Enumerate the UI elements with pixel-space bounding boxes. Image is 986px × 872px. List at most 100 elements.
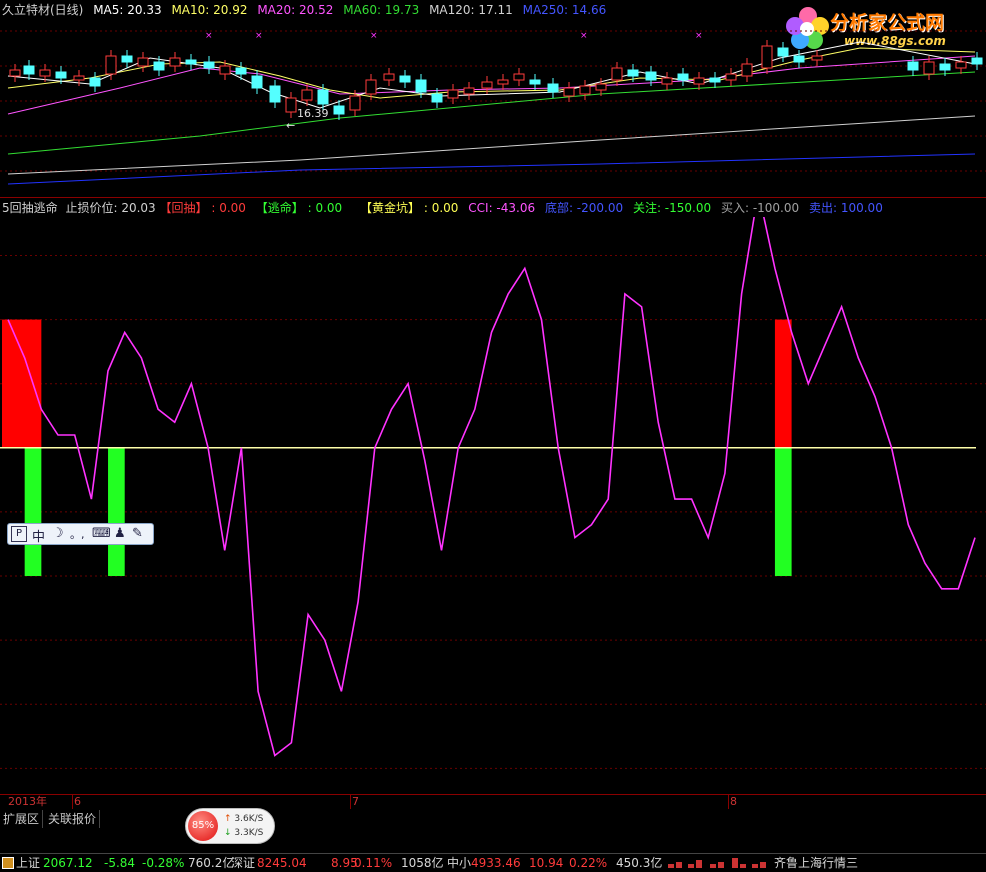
up-candle bbox=[73, 75, 85, 81]
low-arrow-icon: ← bbox=[286, 119, 296, 132]
ma60-label: MA60: 19.73 bbox=[343, 3, 420, 17]
up-candle bbox=[39, 69, 51, 77]
down-candle bbox=[153, 61, 165, 71]
huangjinkeng-value: : 0.00 bbox=[423, 201, 459, 215]
up-candle bbox=[497, 79, 509, 85]
ma10-label: MA10: 20.92 bbox=[171, 3, 248, 17]
ime-mode-toggle[interactable]: 中 bbox=[32, 526, 45, 545]
ma5-label: MA5: 20.33 bbox=[93, 3, 162, 17]
down-candle bbox=[317, 89, 329, 105]
sh-index-label[interactable]: 上证 bbox=[16, 854, 40, 872]
sz-index-pct: 0.11% bbox=[354, 856, 393, 870]
tab-related-quotes[interactable]: 关联报价 bbox=[45, 810, 101, 828]
signal-marker-icon: × bbox=[255, 31, 263, 41]
up-candle bbox=[513, 73, 525, 81]
time-axis-year: 2013年 bbox=[8, 795, 47, 808]
time-axis-month-6: 6 bbox=[74, 795, 81, 808]
cci-chart[interactable] bbox=[0, 217, 986, 794]
up-candle bbox=[741, 63, 753, 77]
signal-marker-icon: × bbox=[205, 31, 213, 41]
up-candle bbox=[811, 55, 823, 61]
up-candle bbox=[383, 73, 395, 81]
indicator-legend: 5回抽逃命 止损价位: 20.03 【回抽】 : 0.00 【逃命】 : 0.0… bbox=[2, 200, 889, 216]
down-candle bbox=[415, 79, 427, 93]
sz-index-value: 8245.04 bbox=[257, 856, 307, 870]
ma250-label: MA250: 14.66 bbox=[522, 3, 607, 17]
status-menu-icon[interactable] bbox=[2, 857, 14, 869]
down-candle bbox=[677, 73, 689, 81]
ma250-line bbox=[7, 153, 976, 185]
sh-index-pct: -0.28% bbox=[142, 856, 185, 870]
download-speed: ↓ 3.3K/S bbox=[224, 827, 263, 839]
taoming-value: : 0.00 bbox=[307, 201, 343, 215]
ime-logo-icon[interactable]: P bbox=[11, 526, 27, 542]
up-candle bbox=[9, 69, 21, 77]
feed-server-name[interactable]: 齐鲁上海行情三 bbox=[774, 854, 858, 872]
up-candle bbox=[463, 87, 475, 95]
down-candle bbox=[645, 71, 657, 81]
up-candle bbox=[349, 95, 361, 111]
up-candle bbox=[365, 79, 377, 95]
sz-index-amount: 1058亿 bbox=[401, 856, 444, 870]
up-candle bbox=[301, 89, 313, 101]
maichu-label: 卖出: 100.00 bbox=[808, 201, 883, 215]
sz-index-label[interactable]: 深证 bbox=[231, 854, 255, 872]
down-candle bbox=[203, 61, 215, 69]
time-axis-month-7: 7 bbox=[352, 795, 359, 808]
bottom-tabs: 扩展区 关联报价 bbox=[0, 810, 986, 828]
ime-keyboard-icon[interactable]: ⌨ bbox=[92, 526, 111, 541]
price-chart[interactable]: × × × × × bbox=[0, 18, 986, 196]
network-speed-widget[interactable]: 85% ↑ 3.6K/S ↓ 3.3K/S bbox=[185, 808, 275, 844]
dibu-label: 底部: -200.00 bbox=[544, 201, 624, 215]
up-candle bbox=[563, 87, 575, 97]
down-candle bbox=[777, 47, 789, 57]
up-candle bbox=[219, 65, 231, 75]
down-candle bbox=[547, 83, 559, 93]
tab-extension-area[interactable]: 扩展区 bbox=[0, 810, 44, 828]
zx-index-amount: 450.3亿 bbox=[616, 856, 663, 870]
ime-punctuation-toggle[interactable]: 。, bbox=[70, 526, 85, 542]
main-chart-legend: 久立特材(日线) MA5: 20.33 MA10: 20.92 MA20: 20… bbox=[2, 2, 612, 18]
mairu-label: 买入: -100.00 bbox=[720, 201, 800, 215]
speed-percent: 85% bbox=[188, 811, 218, 841]
signal-marker-icon: × bbox=[695, 31, 703, 41]
ime-moon-icon[interactable]: ☽ bbox=[52, 526, 64, 541]
download-speed-value: 3.3K/S bbox=[234, 828, 264, 838]
up-candle bbox=[105, 55, 117, 75]
down-candle bbox=[251, 75, 263, 89]
upload-speed: ↑ 3.6K/S bbox=[224, 813, 263, 825]
down-candle bbox=[431, 93, 443, 103]
buy-signal-block bbox=[108, 447, 125, 577]
ime-settings-icon[interactable]: ✎ bbox=[132, 526, 143, 541]
down-candle bbox=[627, 69, 639, 77]
huangjinkeng-tag: 【黄金坑】 bbox=[360, 201, 421, 215]
status-bar: 上证 2067.12 -5.84 -0.28% 760.2亿 深证 8245.0… bbox=[0, 853, 986, 872]
down-candle bbox=[89, 77, 101, 87]
signal-marker-icon: × bbox=[370, 31, 378, 41]
up-candle bbox=[447, 89, 459, 99]
up-candle bbox=[955, 61, 967, 69]
up-candle bbox=[725, 73, 737, 81]
down-candle bbox=[399, 75, 411, 83]
ma120-line bbox=[7, 115, 976, 175]
down-candle bbox=[23, 65, 35, 75]
up-candle bbox=[481, 81, 493, 89]
panel-separator bbox=[0, 197, 986, 198]
cci-label: CCI: -43.06 bbox=[468, 201, 536, 215]
time-axis: 2013年 6 7 8 bbox=[0, 795, 986, 809]
guanzhu-label: 关注: -150.00 bbox=[632, 201, 712, 215]
ime-user-icon[interactable]: ♟ bbox=[114, 526, 126, 541]
down-candle bbox=[709, 77, 721, 83]
download-arrow-icon: ↓ bbox=[224, 828, 232, 838]
down-candle bbox=[333, 105, 345, 115]
buy-signal-block bbox=[24, 447, 42, 577]
ma5-line bbox=[7, 41, 976, 109]
up-candle bbox=[169, 57, 181, 67]
time-axis-month-8: 8 bbox=[730, 795, 737, 808]
zx-index-label[interactable]: 中小 bbox=[447, 854, 471, 872]
ime-toolbar[interactable]: P 中 ☽ 。, ⌨ ♟ ✎ bbox=[7, 523, 154, 545]
up-candle bbox=[923, 61, 935, 75]
upload-speed-value: 3.6K/S bbox=[234, 814, 264, 824]
indicator-name: 5回抽逃命 bbox=[2, 201, 58, 215]
up-candle bbox=[761, 45, 773, 69]
